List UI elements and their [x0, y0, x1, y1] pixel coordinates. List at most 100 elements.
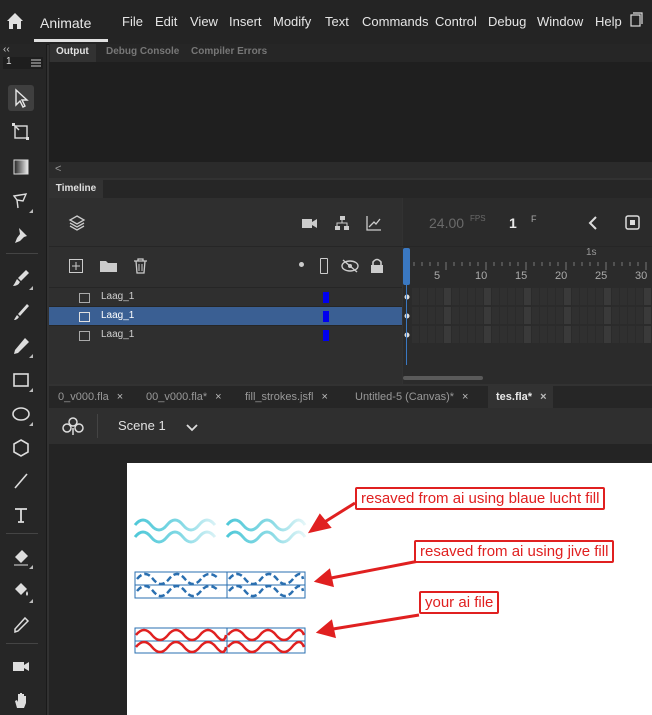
- timeline-scrollbar[interactable]: [403, 376, 483, 380]
- frame-cell: [628, 326, 635, 343]
- scroll-left-arrow[interactable]: <: [55, 163, 61, 175]
- frame-cell: [452, 288, 459, 305]
- home-icon[interactable]: [4, 10, 26, 32]
- outline-layers-icon[interactable]: [320, 258, 328, 274]
- frame-cell: [412, 326, 419, 343]
- text-tool-icon[interactable]: [8, 502, 34, 528]
- delete-layer-icon[interactable]: [133, 258, 148, 279]
- layer-color-swatch[interactable]: [323, 292, 329, 303]
- selection-tool-icon[interactable]: [8, 85, 34, 111]
- doc-tab-active[interactable]: tes.fla* ×: [488, 386, 553, 408]
- camera-tool-icon[interactable]: [8, 653, 34, 679]
- collapse-icon[interactable]: ‹‹: [3, 44, 10, 55]
- layers-icon[interactable]: [68, 214, 86, 237]
- doc-tab[interactable]: fill_strokes.jsfl ×: [245, 386, 328, 408]
- tab-timeline[interactable]: Timeline: [49, 180, 103, 198]
- polystar-tool-icon[interactable]: [8, 435, 34, 461]
- eraser-tool-icon[interactable]: [8, 544, 34, 570]
- playhead-line: [406, 285, 407, 365]
- new-folder-icon[interactable]: [100, 259, 118, 278]
- frame-cell: [548, 288, 555, 305]
- doc-tab-label: 0_v000.fla: [58, 391, 109, 403]
- ruler-label: 20: [555, 270, 568, 282]
- rectangle-tool-icon[interactable]: [8, 367, 34, 393]
- tool-divider: [6, 643, 38, 644]
- previous-frame-icon[interactable]: [586, 214, 600, 237]
- frame-ruler[interactable]: [412, 262, 652, 286]
- chevron-down-icon[interactable]: [186, 420, 198, 438]
- menu-debug[interactable]: Debug: [488, 14, 526, 29]
- menu-control[interactable]: Control: [435, 14, 477, 29]
- menu-help[interactable]: Help: [595, 14, 622, 29]
- frame-cell: [580, 307, 587, 324]
- doc-tab-label: fill_strokes.jsfl: [245, 391, 314, 403]
- eyedropper-tool-icon[interactable]: [8, 612, 34, 638]
- gradient-tool-icon[interactable]: [8, 154, 34, 180]
- hand-tool-icon[interactable]: [8, 687, 34, 713]
- free-transform-icon[interactable]: [8, 119, 34, 145]
- pencil-tool-icon[interactable]: [8, 333, 34, 359]
- layer-name[interactable]: Laag_1: [101, 329, 134, 340]
- menu-commands[interactable]: Commands: [362, 14, 428, 29]
- doc-tab-label: 00_v000.fla*: [146, 391, 208, 403]
- stop-icon[interactable]: [625, 215, 641, 236]
- layer-name[interactable]: Laag_1: [101, 310, 134, 321]
- lock-icon[interactable]: [370, 258, 384, 279]
- paint-bucket-icon[interactable]: [8, 578, 34, 604]
- app-underline: [34, 39, 108, 42]
- paint-brush-icon[interactable]: [8, 299, 34, 325]
- frame-cell: [612, 307, 619, 324]
- frame-cell: [620, 307, 627, 324]
- menu-file[interactable]: File: [122, 14, 143, 29]
- doc-tab[interactable]: Untitled-5 (Canvas)* ×: [355, 386, 468, 408]
- fps-value[interactable]: 24.00: [429, 215, 464, 231]
- menu-modify[interactable]: Modify: [273, 14, 311, 29]
- visibility-icon[interactable]: [341, 258, 359, 279]
- graph-icon[interactable]: [366, 215, 382, 236]
- layer-color-swatch[interactable]: [323, 330, 329, 341]
- oval-tool-icon[interactable]: [8, 401, 34, 427]
- frame-cell: [644, 288, 651, 305]
- layer-color-swatch[interactable]: [323, 311, 329, 322]
- tab-compiler-errors[interactable]: Compiler Errors: [191, 46, 267, 57]
- frame-cell: [588, 288, 595, 305]
- frame-value[interactable]: 1: [509, 215, 517, 231]
- close-icon[interactable]: ×: [540, 391, 546, 403]
- menu-edit[interactable]: Edit: [155, 14, 177, 29]
- pin-tool-icon[interactable]: [8, 222, 34, 248]
- scene-name[interactable]: Scene 1: [118, 418, 166, 433]
- new-layer-icon[interactable]: [69, 259, 83, 278]
- tab-output[interactable]: Output: [56, 46, 89, 57]
- parenting-icon[interactable]: [334, 215, 350, 236]
- highlight-layers-icon[interactable]: [299, 262, 304, 267]
- restore-icon[interactable]: [628, 12, 644, 35]
- layer-row[interactable]: Laag_1: [49, 287, 402, 307]
- frame-cell: [596, 326, 603, 343]
- menu-insert[interactable]: Insert: [229, 14, 262, 29]
- layer-row-selected[interactable]: Laag_1: [49, 306, 402, 326]
- menu-text[interactable]: Text: [325, 14, 349, 29]
- tab-debug-console[interactable]: Debug Console: [106, 46, 179, 57]
- close-icon[interactable]: ×: [321, 391, 327, 403]
- close-icon[interactable]: ×: [215, 391, 221, 403]
- menu-view[interactable]: View: [190, 14, 218, 29]
- stage-canvas[interactable]: resaved from ai using blaue lucht fill r…: [127, 463, 652, 715]
- doc-tab[interactable]: 00_v000.fla* ×: [146, 386, 222, 408]
- tool-size-field[interactable]: 1: [3, 56, 43, 69]
- doc-tab[interactable]: 0_v000.fla ×: [58, 386, 123, 408]
- frame-cell: [500, 307, 507, 324]
- output-scrollbar[interactable]: <: [49, 162, 652, 178]
- camera-icon[interactable]: [302, 216, 318, 235]
- frame-grid[interactable]: [403, 287, 652, 344]
- close-icon[interactable]: ×: [117, 391, 123, 403]
- brush-tool-icon[interactable]: [8, 265, 34, 291]
- line-tool-icon[interactable]: [8, 468, 34, 494]
- edit-symbols-icon[interactable]: [62, 416, 84, 441]
- menu-window[interactable]: Window: [537, 14, 583, 29]
- close-icon[interactable]: ×: [462, 391, 468, 403]
- lasso-tool-icon[interactable]: [8, 188, 34, 214]
- playhead[interactable]: [403, 248, 410, 285]
- annotation-callout: resaved from ai using blaue lucht fill: [355, 487, 606, 510]
- layer-name[interactable]: Laag_1: [101, 291, 134, 302]
- layer-row[interactable]: Laag_1: [49, 325, 402, 345]
